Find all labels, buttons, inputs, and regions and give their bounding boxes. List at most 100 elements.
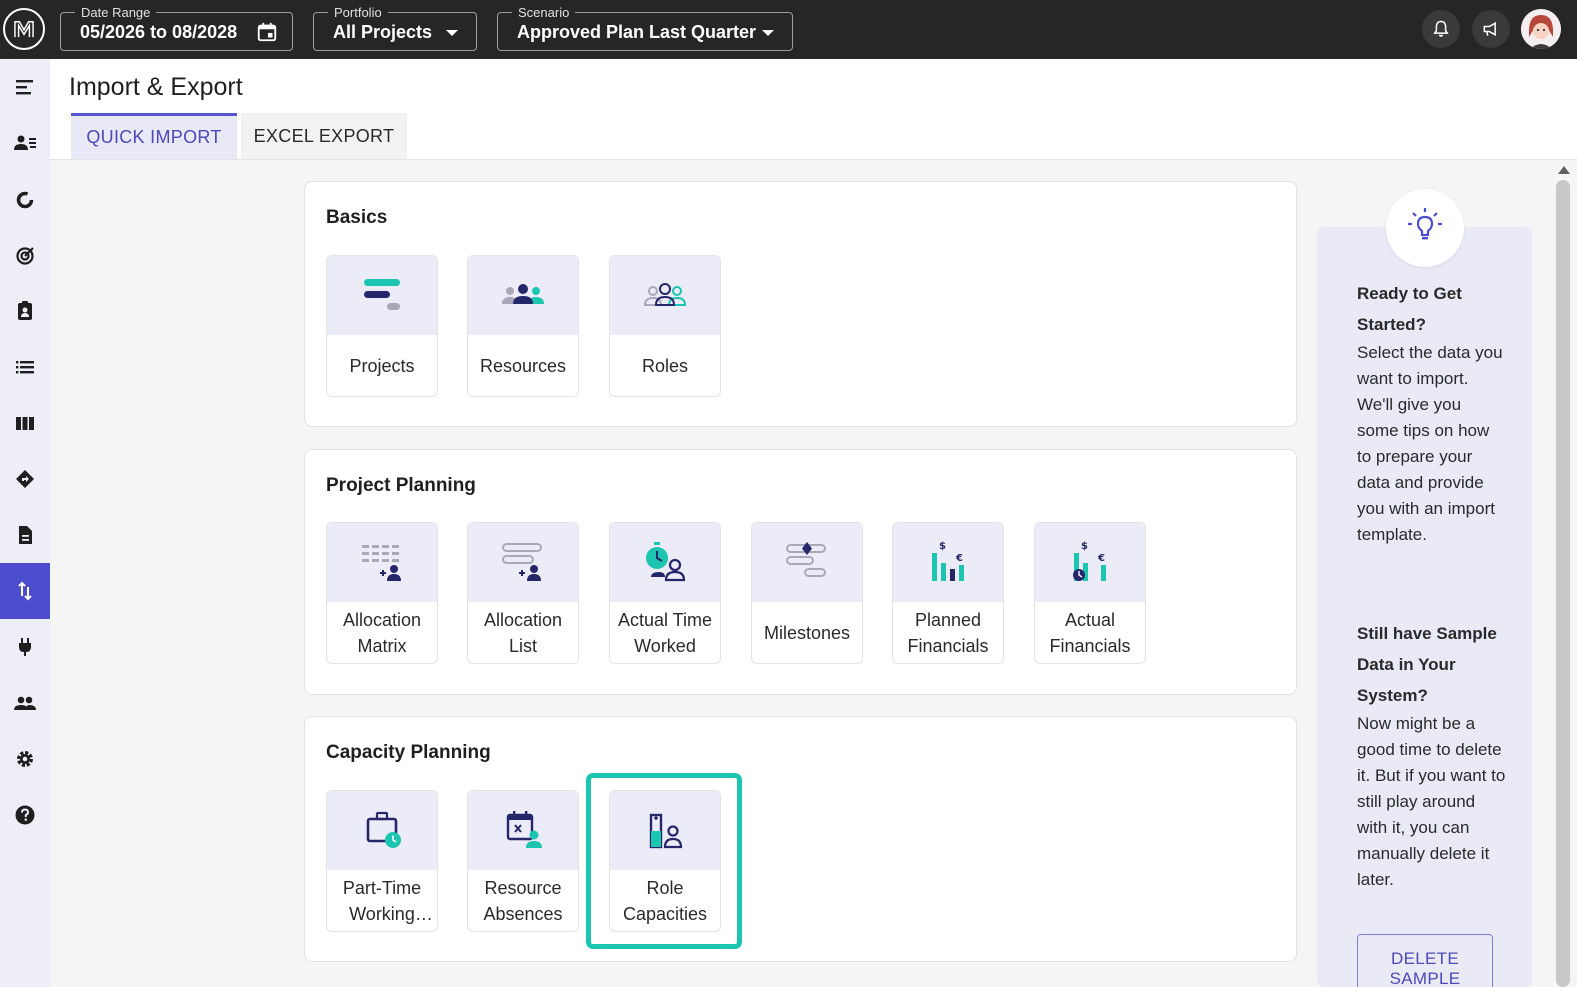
card-resources[interactable]: Resources [467,255,579,397]
card-projects[interactable]: Projects [326,255,438,397]
svg-text:€: € [955,553,963,564]
section-title: Capacity Planning [326,742,491,763]
card-label-text: Planned Financials [907,610,989,656]
sidebar-item-goals[interactable] [0,227,50,283]
portfolio-label: Portfolio [328,5,388,20]
allocation-matrix-icon [362,545,401,581]
lightbulb-badge [1386,189,1464,267]
card-label: Actual Financials [1035,602,1145,663]
card-label: Allocation Matrix [327,602,437,663]
app-logo-icon[interactable] [3,8,45,50]
portfolio-value: All Projects [333,22,433,42]
card-icon-area [752,523,862,602]
card-label: Projects [327,335,437,396]
tips-text-ready: Select the data you want to import. We'l… [1357,343,1503,544]
card-label: Actual Time Worked [610,602,720,663]
sidebar-item-help[interactable] [0,787,50,843]
card-part-time-working-hours[interactable]: Part-Time Working Hours [326,790,438,932]
sidebar [0,59,50,987]
scrollbar[interactable] [1552,160,1577,987]
sidebar-item-roadmap[interactable] [0,451,50,507]
roles-icon [643,283,687,306]
lightbulb-icon [1408,208,1442,240]
plug-icon [19,638,31,656]
date-range-field[interactable]: Date Range 05/2026 to 08/2028 [60,5,293,51]
scroll-thumb[interactable] [1556,180,1570,987]
roadmap-icon [16,470,34,488]
card-roles[interactable]: Roles [609,255,721,397]
card-planned-financials[interactable]: $ € Planned Financials [892,522,1004,664]
chevron-down-icon [446,30,458,36]
card-label-text: Allocation List [483,610,563,656]
card-icon-area [327,256,437,335]
card-icon-area [610,523,720,602]
card-label-text: Allocation Matrix [342,610,422,656]
card-icon-area: $ € [1035,523,1145,602]
card-icon-area: $ € [893,523,1003,602]
delete-sample-button[interactable]: DELETE SAMPLE [1357,934,1493,987]
card-label: Resources [468,335,578,396]
people-list-icon [14,135,36,150]
avatar-icon [1521,9,1561,49]
scenario-select[interactable]: Scenario Approved Plan Last Quarter [497,5,793,51]
card-label: Roles [610,335,720,396]
chevron-down-icon [762,30,774,36]
notifications-button[interactable] [1422,10,1460,48]
tips-text-sample: Now might be a good time to delete it. B… [1357,714,1506,889]
sidebar-item-settings[interactable] [0,731,50,787]
sidebar-item-assignments[interactable] [0,283,50,339]
portfolio-select[interactable]: Portfolio All Projects [313,5,477,51]
document-icon [19,526,32,544]
card-actual-time-worked[interactable]: Actual Time Worked [609,522,721,664]
users-icon [14,696,36,710]
tips-heading-ready: Ready to Get Started? [1357,284,1462,334]
card-label: Allocation List [468,602,578,663]
tab-excel-export[interactable]: EXCEL EXPORT [241,113,407,159]
allocation-list-icon [502,543,542,581]
card-resource-absences[interactable]: Resource Absences [467,790,579,932]
actual-financials-icon: $ € [1073,541,1106,581]
date-range-label: Date Range [75,5,157,20]
milestones-icon [786,542,826,577]
sidebar-item-integrations[interactable] [0,619,50,675]
tips-ready-block: Ready to Get Started? Select the data yo… [1357,278,1507,548]
tab-quick-import[interactable]: QUICK IMPORT [71,113,237,159]
sidebar-item-dashboard[interactable] [0,171,50,227]
card-label-text: Roles [641,356,689,376]
card-label-text: Milestones [763,623,851,643]
menu-icon [16,80,33,95]
card-actual-financials[interactable]: $ € Actual Financials [1034,522,1146,664]
sidebar-item-import-export[interactable] [0,563,50,619]
sidebar-item-menu[interactable] [0,59,50,115]
gear-icon [17,751,33,767]
card-allocation-list[interactable]: Allocation List [467,522,579,664]
card-label-text: Resources [479,356,567,376]
card-label: Resource Absences [468,870,578,931]
svg-text:$: $ [939,541,946,552]
card-label-text: Projects [349,356,415,376]
card-allocation-matrix[interactable]: Allocation Matrix [326,522,438,664]
card-milestones[interactable]: Milestones [751,522,863,664]
card-icon-area [468,791,578,870]
sidebar-item-reports[interactable] [0,507,50,563]
section-title: Project Planning [326,475,476,496]
sidebar-item-resources[interactable] [0,115,50,171]
stopwatch-person-icon [646,542,686,582]
section-capacity-planning: Capacity Planning Part-Time Working Hour… [304,716,1297,962]
card-label: Part-Time Working Hours [327,870,437,931]
import-export-icon [18,581,32,601]
sidebar-item-board[interactable] [0,395,50,451]
card-label-text: Part-Time Working Hours [342,878,422,924]
user-avatar[interactable] [1521,9,1561,49]
calendar-icon[interactable] [256,21,278,43]
sidebar-item-users[interactable] [0,675,50,731]
sidebar-item-list[interactable] [0,339,50,395]
target-icon [16,247,34,265]
megaphone-icon [1483,21,1496,37]
assignment-icon [18,301,32,320]
scenario-label: Scenario [512,5,576,20]
card-label-text: Actual Financials [1049,610,1131,656]
announcements-button[interactable] [1472,10,1510,48]
calendar-absence-icon [506,811,542,848]
scroll-up-arrow-icon[interactable] [1558,166,1570,174]
